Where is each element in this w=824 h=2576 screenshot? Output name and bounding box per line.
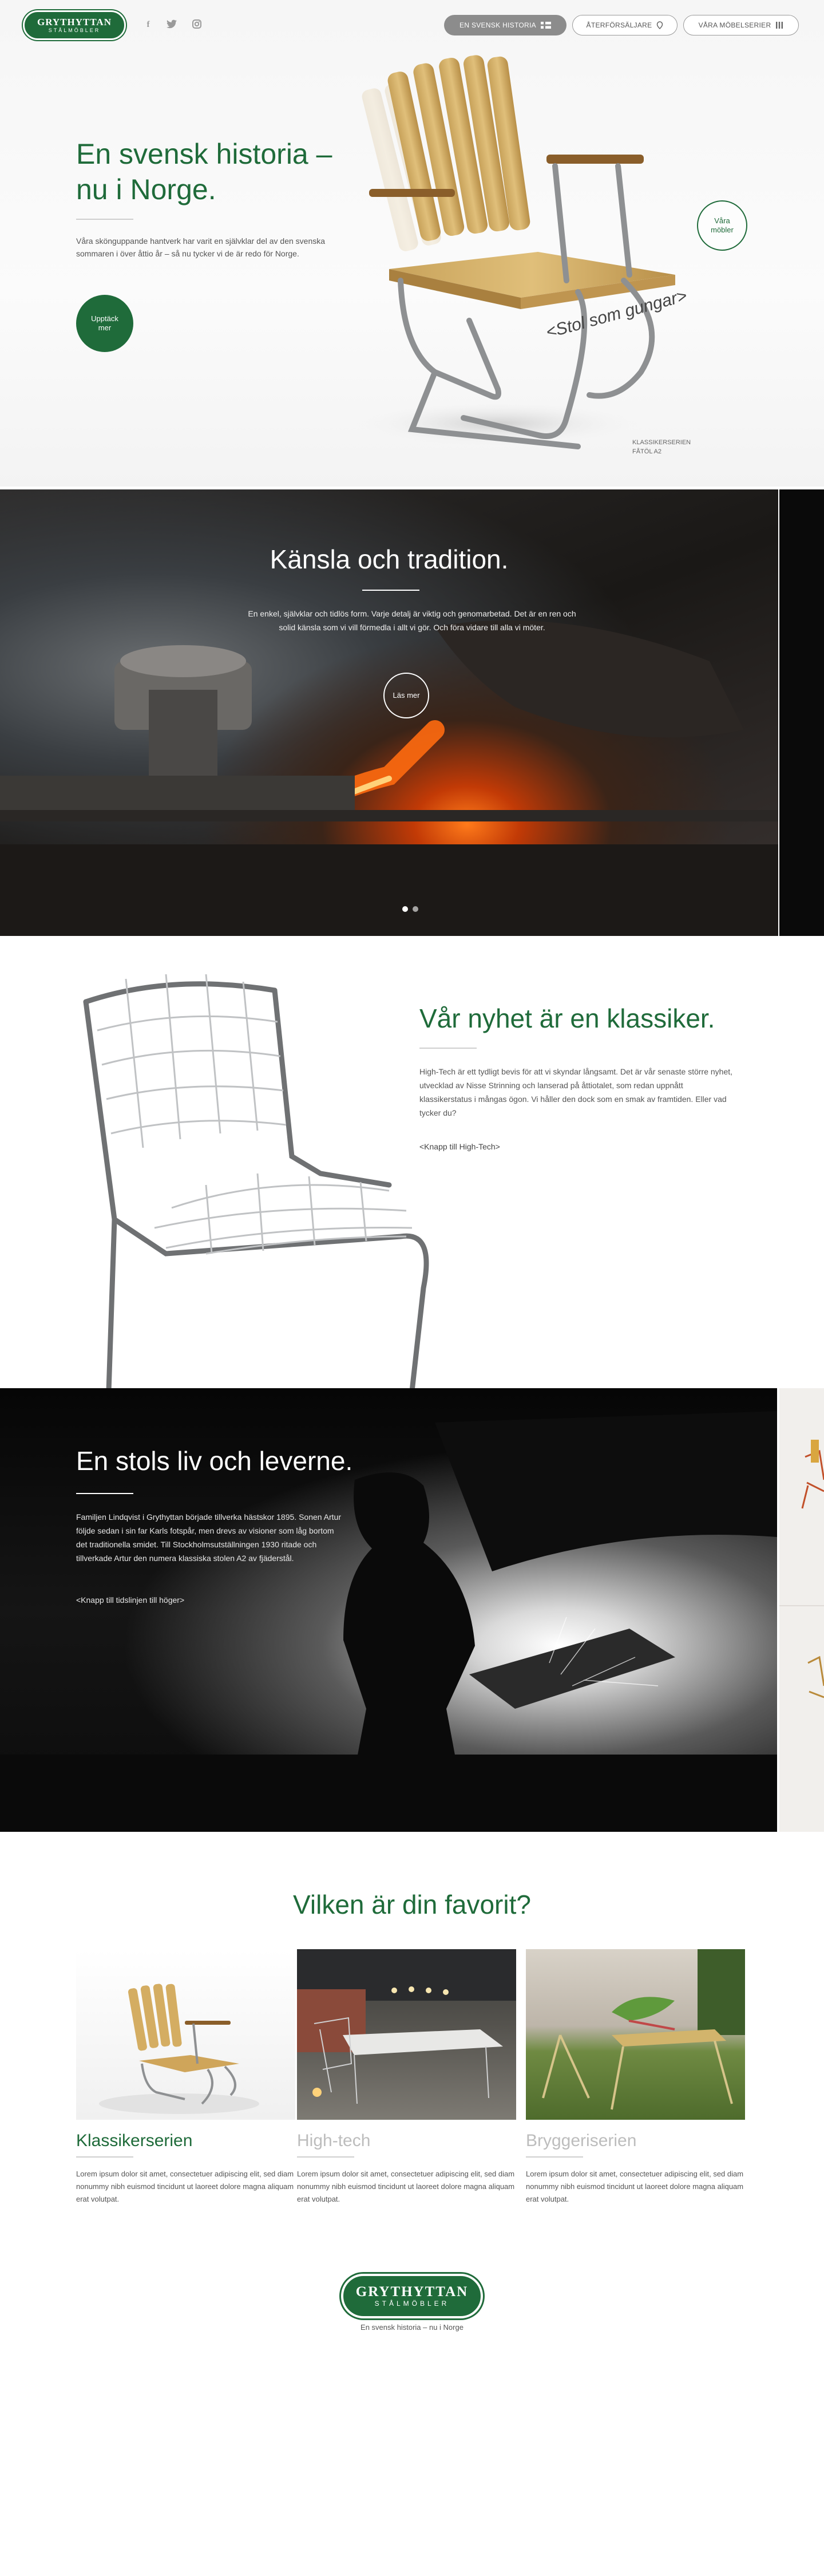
favorites-title: Vilken är din favorit? [293, 1890, 531, 1919]
tradition-side-panel [779, 489, 824, 936]
discover-more-button[interactable]: Upptäck mer [76, 295, 133, 352]
read-more-label: Läs mer [393, 691, 420, 700]
caption-series: KLASSIKERSERIEN [632, 439, 691, 446]
nav-furniture-series[interactable]: VÅRA MÖBELSERIER [683, 15, 799, 35]
news-text: High-Tech är ett tydligt bevis för att v… [419, 1067, 733, 1117]
nav-retailers-label: ÅTERFÖRSÄLJARE [586, 21, 652, 29]
nav-history[interactable]: EN SVENSK HISTORIA [444, 15, 566, 35]
logo-text: GRYTHYTTAN [37, 16, 112, 27]
hightech-series-text: Lorem ipsum dolor sit amet, consectetuer… [297, 2170, 515, 2203]
favorite-card-hightech[interactable]: High-tech Lorem ipsum dolor sit amet, co… [297, 1949, 516, 2203]
classic-series-divider [76, 2156, 133, 2158]
flag-icon [540, 22, 551, 29]
brewery-series-divider [526, 2156, 583, 2158]
footer-logo-text: GRYTHYTTAN [355, 2283, 469, 2300]
facebook-icon[interactable]: f [143, 19, 153, 30]
hero-title: En svensk historia – nu i Norge. [76, 138, 332, 206]
instagram-icon[interactable] [192, 19, 202, 30]
discover-more-label: Upptäck mer [91, 314, 118, 332]
footer-tagline: En svensk historia – nu i Norge [360, 2323, 464, 2332]
tradition-section: Känsla och tradition. En enkel, självkla… [0, 489, 778, 936]
hightech-series-title[interactable]: High-tech [297, 2131, 370, 2151]
logo-subtext: STÅLMÖBLER [48, 27, 101, 33]
logo[interactable]: GRYTHYTTAN STÅLMÖBLER [23, 10, 126, 40]
history-section: En stols liv och leverne. Familjen Lindq… [0, 1388, 777, 1832]
hightech-series-divider [297, 2156, 354, 2158]
brewery-series-title[interactable]: Bryggeriserien [526, 2131, 636, 2151]
tradition-text: En enkel, självklar och tidlös form. Var… [248, 609, 576, 632]
favorite-card-brewery[interactable]: Bryggeriserien Lorem ipsum dolor sit ame… [526, 1949, 745, 2203]
slide-dot-2[interactable] [413, 906, 418, 912]
footer-logo-subtext: STÅLMÖBLER [374, 2299, 450, 2308]
hero-chair-image [355, 55, 675, 449]
history-text: Familjen Lindqvist i Grythyttan började … [76, 1512, 342, 1563]
classic-series-image [76, 1949, 295, 2120]
hero-text: Våra skönguppande hantverk har varit en … [76, 236, 326, 258]
caption-model: FÅtöl A2 [632, 448, 661, 455]
read-more-button[interactable]: Läs mer [383, 673, 429, 718]
twitter-icon[interactable] [167, 19, 177, 30]
news-divider [419, 1048, 477, 1049]
slide-dot-1[interactable] [402, 906, 408, 912]
nav-retailers[interactable]: ÅTERFÖRSÄLJARE [572, 15, 678, 35]
footer-logo[interactable]: GRYTHYTTAN STÅLMÖBLER [341, 2274, 483, 2318]
our-furniture-label: Våra möbler [711, 216, 734, 234]
hero-caption: KLASSIKERSERIEN FÅtöl A2 [632, 438, 691, 456]
news-title: Vår nyhet är en klassiker. [419, 1003, 715, 1033]
brewery-series-text: Lorem ipsum dolor sit amet, consectetuer… [526, 2170, 744, 2203]
nav-history-label: EN SVENSK HISTORIA [459, 21, 536, 29]
timeline-chairs-image [779, 1440, 824, 1698]
tradition-divider [362, 590, 419, 591]
favorite-card-classic[interactable]: Klassikerserien Lorem ipsum dolor sit am… [76, 1949, 295, 2203]
classic-series-text: Lorem ipsum dolor sit amet, consectetuer… [76, 2170, 294, 2203]
history-title: En stols liv och leverne. [76, 1446, 353, 1476]
history-divider [76, 1493, 133, 1494]
tradition-title: Känsla och tradition. [270, 544, 509, 574]
hero-divider [76, 219, 133, 220]
hightech-link[interactable]: <Knapp till High-Tech> [419, 1142, 500, 1151]
hightech-series-image [297, 1949, 516, 2120]
brewery-series-image [526, 1949, 745, 2120]
our-furniture-button[interactable]: Våra möbler [697, 200, 747, 251]
timeline-preview-panel[interactable] [779, 1388, 824, 1832]
timeline-link[interactable]: <Knapp till tidslinjen till höger> [76, 1595, 184, 1605]
nav-furniture-series-label: VÅRA MÖBELSERIER [698, 21, 771, 29]
columns-icon [776, 22, 783, 29]
classic-series-title[interactable]: Klassikerserien [76, 2131, 192, 2151]
hero-section: En svensk historia – nu i Norge. Våra sk… [0, 0, 824, 487]
location-pin-icon [657, 21, 663, 29]
